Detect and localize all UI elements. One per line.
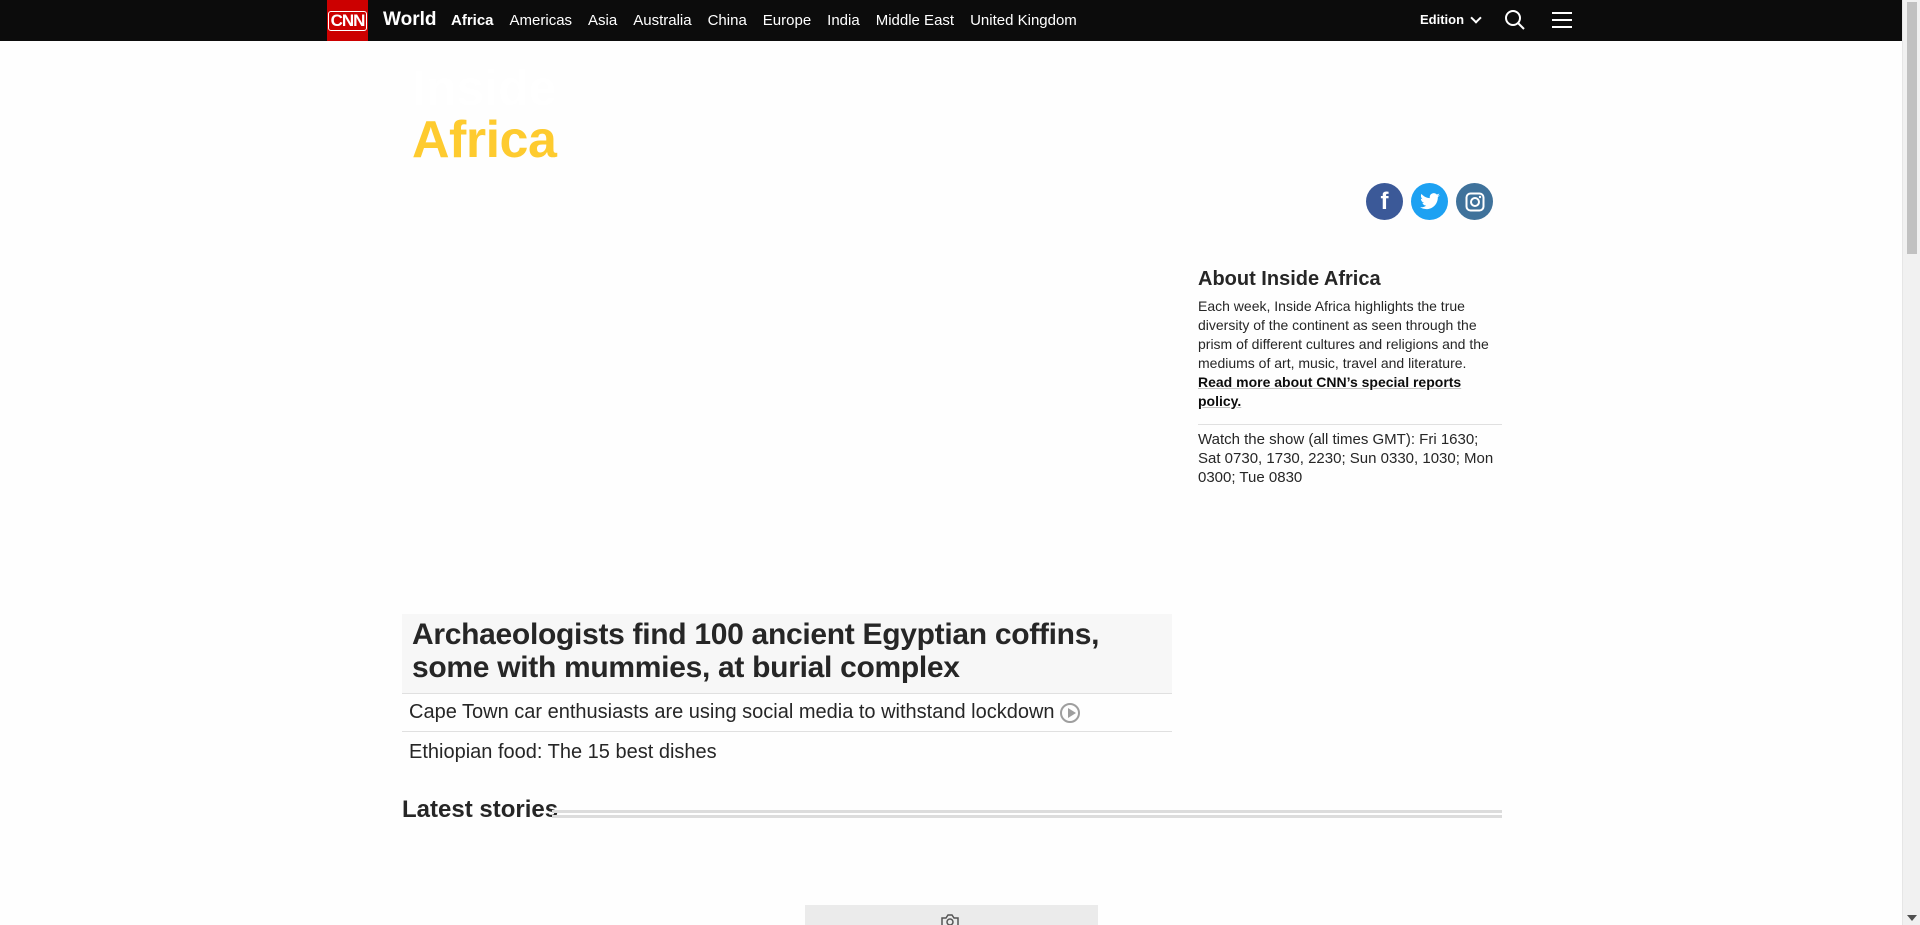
nav-item-asia[interactable]: Asia: [588, 12, 617, 29]
page-scrollbar[interactable]: [1902, 0, 1920, 925]
edition-label: Edition: [1420, 12, 1465, 27]
camera-icon: [941, 914, 959, 925]
scroll-down-arrow-icon[interactable]: [1907, 915, 1917, 921]
section-title-world[interactable]: World: [383, 9, 436, 31]
story-item[interactable]: Cape Town car enthusiasts are using soci…: [402, 694, 1172, 732]
nav-item-australia[interactable]: Australia: [633, 12, 691, 29]
nav-item-americas[interactable]: Americas: [510, 12, 573, 29]
scrollbar-thumb[interactable]: [1907, 2, 1917, 254]
nav-item-india[interactable]: India: [827, 12, 860, 29]
nav-item-africa[interactable]: Africa: [451, 12, 494, 29]
about-section: About Inside Africa Each week, Inside Af…: [1198, 266, 1502, 411]
cnn-logo[interactable]: CNN: [327, 0, 368, 41]
story-title[interactable]: Ethiopian food: The 15 best dishes: [409, 741, 717, 764]
twitter-bird-glyph: [1419, 192, 1440, 209]
show-schedule: Watch the show (all times GMT): Fri 1630…: [1198, 431, 1494, 486]
about-title: About Inside Africa: [1198, 268, 1381, 290]
facebook-icon[interactable]: f: [1366, 183, 1403, 220]
special-reports-policy-link[interactable]: Read more about CNN’s special reports po…: [1198, 374, 1461, 409]
divider: [1198, 424, 1502, 425]
top-story-headline[interactable]: Archaeologists find 100 ancient Egyptian…: [412, 618, 1162, 684]
instagram-icon[interactable]: [1456, 183, 1493, 220]
nav-item-middle-east[interactable]: Middle East: [876, 12, 954, 29]
story-title[interactable]: Cape Town car enthusiasts are using soci…: [409, 701, 1055, 724]
story-item[interactable]: Ethiopian food: The 15 best dishes: [402, 733, 1172, 771]
nav-item-united-kingdom[interactable]: United Kingdom: [970, 12, 1077, 29]
nav-item-china[interactable]: China: [708, 12, 747, 29]
nav-item-europe[interactable]: Europe: [763, 12, 811, 29]
search-icon[interactable]: [1504, 9, 1526, 31]
top-story-card[interactable]: Archaeologists find 100 ancient Egyptian…: [402, 614, 1172, 694]
show-logo-africa: Africa: [412, 111, 557, 169]
latest-stories-heading: Latest stories: [402, 796, 559, 823]
section-divider: [552, 810, 1502, 818]
nav-links: Africa Americas Asia Australia China Eur…: [451, 0, 1093, 41]
edition-dropdown[interactable]: Edition: [1420, 11, 1482, 27]
about-description: Each week, Inside Africa highlights the …: [1198, 298, 1489, 371]
twitter-icon[interactable]: [1411, 183, 1448, 220]
top-nav-bar: CNN World Africa Americas Asia Australia…: [0, 0, 1902, 41]
hamburger-menu-icon[interactable]: [1551, 10, 1573, 30]
show-logo-inside: Inside: [412, 60, 557, 116]
cnn-logo-text: CNN: [327, 10, 368, 31]
instagram-camera-glyph: [1465, 192, 1484, 211]
chevron-down-icon: [1470, 11, 1482, 24]
video-play-icon: [1059, 702, 1080, 723]
